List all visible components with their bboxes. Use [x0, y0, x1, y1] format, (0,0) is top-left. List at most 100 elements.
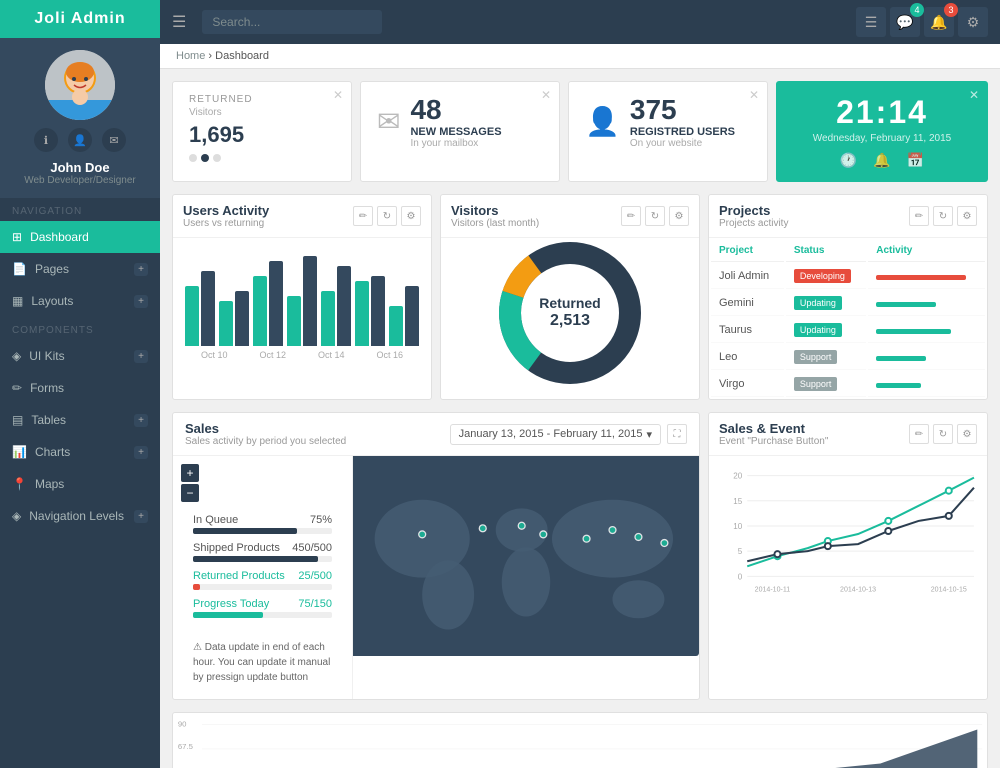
returned-products-value: 25/500 [298, 570, 332, 582]
users-label: REGISTRED USERS [630, 126, 735, 138]
svg-text:2,513: 2,513 [550, 312, 590, 329]
settings-button[interactable]: ⚙ [401, 206, 421, 226]
users-card-close[interactable]: ✕ [749, 88, 759, 102]
sidebar-item-forms[interactable]: ✏ Forms [0, 372, 160, 404]
dark-bar [405, 286, 419, 346]
menu-icon-button[interactable]: ☰ [856, 7, 886, 37]
edit-button[interactable]: ✏ [909, 424, 929, 444]
refresh-button[interactable]: ↻ [645, 206, 665, 226]
donut-chart: Returned 2,513 [441, 238, 699, 388]
bell-icon[interactable]: 🔔 [873, 152, 890, 169]
username: John Doe [12, 160, 148, 175]
sidebar-item-dashboard[interactable]: ⊞ Dashboard [0, 221, 160, 253]
search-input[interactable] [202, 10, 382, 34]
users-activity-title: Users Activity [183, 203, 269, 218]
visitors-title: Visitors [451, 203, 539, 218]
edit-button[interactable]: ✏ [621, 206, 641, 226]
project-name: Taurus [711, 318, 784, 343]
dark-bar [201, 271, 215, 346]
project-status: Updating [786, 291, 866, 316]
sidebar-item-label: Pages [35, 262, 69, 276]
dark-bar [303, 256, 317, 346]
dot-active [201, 154, 209, 162]
settings-icon-button[interactable]: ⚙ [958, 7, 988, 37]
zoom-out-button[interactable]: − [181, 484, 199, 502]
sidebar-item-label: Charts [35, 445, 70, 459]
sidebar-item-ui-kits[interactable]: ◈ UI Kits + [0, 340, 160, 372]
dashboard-content: ✕ RETURNED Visitors 1,695 ✕ ✉ 48 NEW MES… [160, 69, 1000, 768]
edit-button[interactable]: ✏ [353, 206, 373, 226]
settings-button[interactable]: ⚙ [957, 424, 977, 444]
col-activity: Activity [868, 240, 985, 262]
shipped-label: Shipped Products [193, 542, 280, 554]
refresh-button[interactable]: ↻ [933, 424, 953, 444]
messages-card: ✕ ✉ 48 NEW MESSAGES In your mailbox [360, 81, 560, 182]
bell-badge: 3 [944, 3, 958, 17]
teal-bar [185, 286, 199, 346]
status-badge: Updating [794, 296, 842, 310]
dark-bar [269, 261, 283, 346]
area-chart-inner: 90 67.5 45 22.5 0 [173, 713, 987, 768]
bottom-area-chart: 90 67.5 45 22.5 0 [172, 712, 988, 768]
nav-levels-icon: ◈ [12, 509, 21, 523]
breadcrumb-home[interactable]: Home [176, 50, 205, 62]
sales-event-panel: Sales & Event Event "Purchase Button" ✏ … [708, 412, 988, 700]
info-icon[interactable]: ℹ [34, 128, 58, 152]
svg-text:0: 0 [738, 572, 743, 581]
sidebar-item-charts[interactable]: 📊 Charts + [0, 436, 160, 468]
warning-icon: ⚠ [193, 642, 202, 653]
mail-icon[interactable]: ✉ [102, 128, 126, 152]
sidebar-item-maps[interactable]: 📍 Maps [0, 468, 160, 500]
project-status: Developing [786, 264, 866, 289]
sidebar-item-tables[interactable]: ▤ Tables + [0, 404, 160, 436]
hamburger-button[interactable]: ☰ [172, 12, 186, 32]
sidebar-item-layouts[interactable]: ▦ Layouts + [0, 285, 160, 317]
layouts-icon: ▦ [12, 294, 23, 308]
settings-button[interactable]: ⚙ [957, 206, 977, 226]
ui-kits-icon: ◈ [12, 349, 21, 363]
sidebar-item-nav-levels[interactable]: ◈ Navigation Levels + [0, 500, 160, 532]
info-text: ⚠ Data update in end of each hour. You c… [181, 634, 344, 691]
clock-icon[interactable]: 🕐 [840, 152, 857, 169]
projects-table: Project Status Activity Joli AdminDevelo… [709, 238, 987, 399]
bar-group [253, 261, 283, 346]
status-badge: Support [794, 350, 838, 364]
settings-button[interactable]: ⚙ [669, 206, 689, 226]
clock-card-close[interactable]: ✕ [969, 88, 979, 102]
expand-map-button[interactable]: ⛶ [667, 424, 687, 444]
chat-icon-button[interactable]: 💬 4 [890, 7, 920, 37]
teal-bar [321, 291, 335, 346]
user-icon[interactable]: 👤 [68, 128, 92, 152]
three-panel-row: Users Activity Users vs returning ✏ ↻ ⚙ … [172, 194, 988, 400]
project-status: Support [786, 345, 866, 370]
calendar-icon[interactable]: 📅 [907, 152, 924, 169]
bell-icon-button[interactable]: 🔔 3 [924, 7, 954, 37]
svg-text:15: 15 [733, 497, 742, 506]
progress-today-item: Progress Today 75/150 [193, 598, 332, 618]
bar-group [389, 286, 419, 346]
date-range-picker[interactable]: January 13, 2015 - February 11, 2015 ▾ [450, 424, 661, 445]
sales-subtitle: Sales activity by period you selected [185, 436, 346, 447]
dot [213, 154, 221, 162]
zoom-in-button[interactable]: + [181, 464, 199, 482]
sidebar-item-pages[interactable]: 📄 Pages + [0, 253, 160, 285]
sales-event-chart: 20 15 10 5 0 [709, 456, 987, 606]
users-card: ✕ 👤 375 REGISTRED USERS On your website [568, 81, 768, 182]
world-map-area [353, 456, 699, 656]
refresh-button[interactable]: ↻ [377, 206, 397, 226]
table-row: Joli AdminDeveloping [711, 264, 985, 289]
expand-icon: + [134, 414, 148, 427]
messages-sublabel: In your mailbox [410, 138, 501, 149]
components-section-label: Components [0, 317, 160, 340]
edit-button[interactable]: ✏ [909, 206, 929, 226]
returned-card-close[interactable]: ✕ [333, 88, 343, 102]
refresh-button[interactable]: ↻ [933, 206, 953, 226]
col-project: Project [711, 240, 784, 262]
project-activity [868, 372, 985, 397]
messages-card-close[interactable]: ✕ [541, 88, 551, 102]
bar-group [287, 256, 317, 346]
bar-group [219, 291, 249, 346]
bar-chart-labels: Oct 10Oct 12Oct 14Oct 16 [181, 346, 423, 360]
clock-time: 21:14 [836, 94, 928, 131]
teal-bar [287, 296, 301, 346]
